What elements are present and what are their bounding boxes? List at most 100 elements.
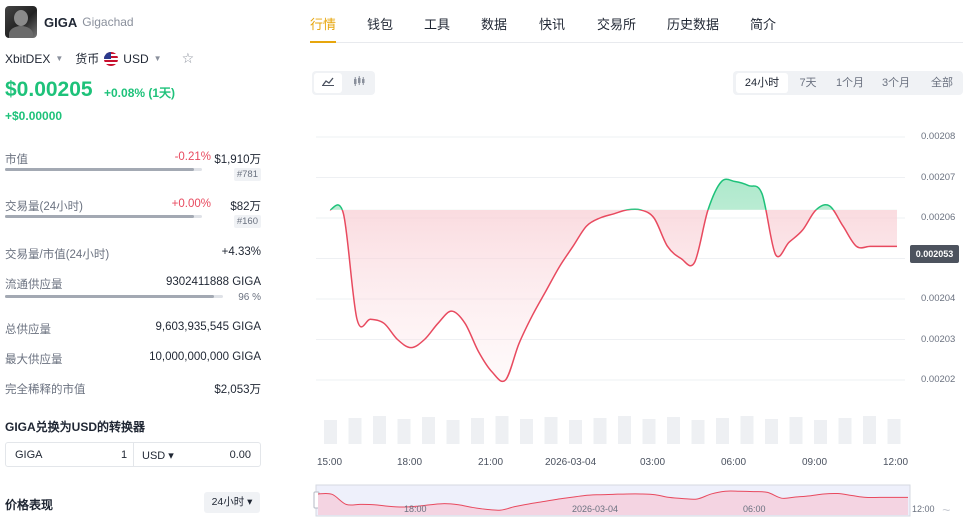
us-flag-icon bbox=[104, 51, 119, 66]
stat-market-cap: 市值 -0.21% $1,910万 #781 bbox=[5, 151, 261, 181]
rank-badge: #781 bbox=[233, 168, 261, 181]
volume-bar bbox=[789, 417, 803, 444]
coin-avatar bbox=[5, 6, 37, 38]
stat-total-supply: 总供应量 9,603,935,545 GIGA bbox=[5, 321, 261, 337]
tab-intro[interactable]: 简介 bbox=[750, 14, 776, 33]
star-icon[interactable]: ☆ bbox=[182, 50, 195, 67]
volume-bar bbox=[863, 416, 876, 444]
watermark: ~ bbox=[942, 502, 951, 518]
line-chart-icon[interactable] bbox=[314, 73, 342, 93]
rank-badge: #160 bbox=[233, 215, 261, 228]
tab-news[interactable]: 快讯 bbox=[539, 14, 565, 33]
stat-value: $82万 bbox=[230, 201, 261, 213]
supply-percent: 96 % bbox=[238, 292, 261, 303]
y-tick-label: 0.00202 bbox=[921, 374, 956, 385]
stat-label: 交易量(24小时) bbox=[5, 201, 83, 213]
x-tick-label: 03:00 bbox=[640, 457, 666, 468]
stat-max-supply: 最大供应量 10,000,000,000 GIGA bbox=[5, 351, 261, 367]
chevron-down-icon[interactable]: ▼ bbox=[55, 54, 63, 63]
stat-label: 最大供应量 bbox=[5, 354, 63, 366]
range-24h[interactable]: 24小时 bbox=[736, 73, 788, 93]
area-below-baseline bbox=[330, 209, 897, 382]
volume-bar bbox=[520, 419, 533, 444]
candlestick-icon[interactable] bbox=[345, 73, 373, 93]
progress-bar bbox=[5, 215, 202, 218]
volume-bar bbox=[471, 418, 484, 444]
y-tick-label: 0.00208 bbox=[921, 131, 956, 142]
volume-bar bbox=[348, 418, 362, 444]
range-all[interactable]: 全部 bbox=[923, 73, 961, 93]
stat-value: 9,603,935,545 GIGA bbox=[155, 321, 262, 333]
x-tick-label: 21:00 bbox=[478, 457, 504, 468]
tab-exchanges[interactable]: 交易所 bbox=[597, 14, 636, 33]
coin-panel: GIGA Gigachad XbitDEX ▼ 货币 USD ▼ ☆ $0.00… bbox=[0, 0, 270, 525]
stat-value: +4.33% bbox=[221, 246, 261, 258]
coin-symbol: GIGA bbox=[44, 14, 78, 30]
converter-title: GIGA兑换为USD的转换器 bbox=[5, 420, 146, 434]
performance-period-select[interactable]: 24小时 ▾ bbox=[204, 492, 260, 513]
volume-bar bbox=[765, 419, 778, 444]
stat-label: 完全稀释的市值 bbox=[5, 384, 86, 396]
converter-from-input[interactable]: 1 bbox=[121, 449, 127, 461]
y-tick-label: 0.00203 bbox=[921, 333, 956, 345]
y-tick-label: 0.00207 bbox=[921, 171, 956, 183]
performance-title: 价格表现 bbox=[5, 498, 54, 512]
area-above-baseline bbox=[330, 179, 834, 210]
currency-select[interactable]: USD bbox=[123, 52, 148, 66]
coin-name: Gigachad bbox=[82, 15, 134, 29]
x-tick-label: 18:00 bbox=[397, 457, 423, 468]
tab-history[interactable]: 历史数据 bbox=[667, 14, 719, 33]
exchange-select[interactable]: XbitDEX bbox=[5, 52, 50, 66]
progress-bar bbox=[5, 295, 223, 298]
stat-volume: 交易量(24小时) +0.00% $82万 #160 bbox=[5, 198, 261, 228]
x-tick-label: 15:00 bbox=[317, 457, 343, 468]
converter-divider bbox=[133, 443, 134, 466]
volume-bar bbox=[716, 418, 729, 444]
stat-label: 交易量/市值(24小时) bbox=[5, 249, 110, 261]
converter: GIGA 1 USD ▾ 0.00 bbox=[5, 442, 261, 467]
time-range-selector: 24小时 7天 1个月 3个月 全部 bbox=[733, 71, 963, 95]
navigator-tick-label: 18:00 bbox=[404, 504, 427, 514]
converter-to-value: 0.00 bbox=[229, 449, 251, 461]
volume-bar bbox=[618, 416, 631, 444]
stat-circulating: 流通供应量 9302411888 GIGA 96 % bbox=[5, 276, 261, 306]
last-price-tag: 0.002053 bbox=[910, 245, 959, 263]
price-change: +0.08% (1天) bbox=[104, 86, 176, 100]
volume-bar bbox=[397, 419, 411, 444]
stat-label: 市值 bbox=[5, 154, 28, 166]
price-change-abs: +$0.00000 bbox=[5, 109, 63, 123]
stat-value: $2,053万 bbox=[214, 384, 261, 396]
volume-bar bbox=[838, 418, 852, 444]
stat-change: -0.21% bbox=[174, 151, 211, 163]
range-3m[interactable]: 3个月 bbox=[875, 73, 917, 93]
tab-market[interactable]: 行情 bbox=[310, 14, 337, 43]
range-1m[interactable]: 1个月 bbox=[829, 73, 871, 93]
stat-value: $1,910万 bbox=[214, 154, 261, 166]
volume-bar bbox=[667, 417, 680, 444]
volume-bar bbox=[642, 419, 656, 444]
volume-bar bbox=[740, 416, 754, 444]
volume-bar bbox=[814, 420, 827, 444]
tab-tools[interactable]: 工具 bbox=[424, 14, 450, 33]
tab-data[interactable]: 数据 bbox=[481, 14, 507, 33]
volume-bar bbox=[495, 416, 509, 444]
current-price: $0.00205 bbox=[5, 78, 93, 101]
price-line-up bbox=[329, 178, 835, 210]
volume-bars bbox=[324, 416, 901, 444]
navigator-left-handle[interactable] bbox=[313, 491, 320, 509]
navigator-tick-label: 2026-03-04 bbox=[572, 504, 619, 514]
x-tick-label: 2026-03-04 bbox=[545, 457, 597, 468]
stat-fdv: 完全稀释的市值 $2,053万 bbox=[5, 381, 261, 397]
volume-bar bbox=[422, 417, 435, 444]
converter-to-select[interactable]: USD ▾ bbox=[142, 449, 174, 462]
stat-change: +0.00% bbox=[171, 198, 211, 210]
volume-bar bbox=[373, 416, 386, 444]
tab-wallet[interactable]: 钱包 bbox=[367, 14, 393, 33]
meta-row: XbitDEX ▼ 货币 USD ▼ ☆ bbox=[5, 50, 194, 67]
stat-value: 10,000,000,000 GIGA bbox=[149, 351, 261, 363]
volume-bar bbox=[569, 420, 582, 444]
x-tick-label: 09:00 bbox=[802, 457, 828, 468]
chevron-down-icon[interactable]: ▼ bbox=[154, 54, 162, 63]
stat-value: 9302411888 GIGA bbox=[165, 276, 261, 288]
range-7d[interactable]: 7天 bbox=[791, 73, 825, 93]
